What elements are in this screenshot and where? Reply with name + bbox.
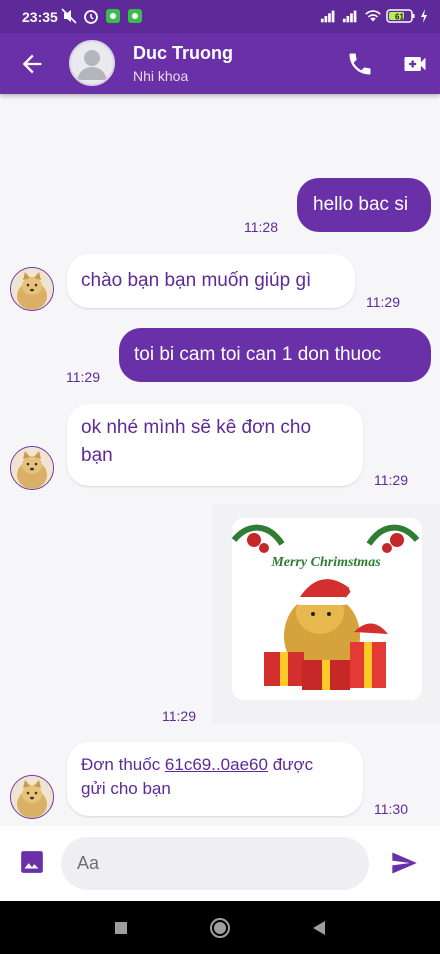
- sender-avatar[interactable]: [10, 267, 54, 311]
- incoming-message[interactable]: ok nhé mình sẽ kê đơn cho bạn: [67, 404, 363, 486]
- prescription-message[interactable]: Đơn thuốc 61c69..0ae60 được gửi cho bạn: [67, 742, 363, 816]
- outgoing-message[interactable]: hello bac si: [297, 178, 431, 232]
- message-text: hello bac si: [313, 194, 409, 215]
- message-text-line: ok nhé mình sẽ kê đơn cho: [81, 417, 312, 438]
- christmas-sticker-image: Merry Chrimstmas: [231, 518, 422, 700]
- message-text-line: bạn: [81, 445, 113, 466]
- mute-icon: [61, 8, 77, 24]
- message-text-line: gửi cho bạn: [81, 779, 171, 798]
- recent-apps-icon[interactable]: [108, 915, 134, 941]
- contact-name[interactable]: Duc Truong: [133, 43, 233, 64]
- contact-specialty: Nhi khoa: [133, 68, 189, 84]
- send-icon[interactable]: [390, 849, 418, 877]
- back-arrow-icon[interactable]: [18, 50, 46, 78]
- signal-icon: [320, 10, 335, 23]
- image-icon[interactable]: [19, 849, 45, 875]
- message-time: 11:29: [66, 369, 100, 385]
- back-nav-icon[interactable]: [306, 915, 332, 941]
- message-text: được: [267, 755, 314, 774]
- status-bar: 23:35 61: [0, 0, 440, 33]
- battery-level: 61: [395, 13, 404, 22]
- prescription-link[interactable]: 61c69..0ae60: [165, 755, 268, 774]
- doge-avatar-icon: [11, 447, 53, 489]
- battery-icon: 61: [386, 9, 415, 23]
- message-input[interactable]: [61, 837, 369, 890]
- message-composer: [0, 826, 440, 901]
- sticker-caption: Merry Chrimstmas: [270, 555, 381, 570]
- signal-icon: [342, 10, 357, 23]
- avatar-placeholder-icon: [77, 50, 107, 80]
- alarm-icon: [84, 10, 98, 24]
- message-text: toi bi cam toi can 1 don thuoc: [134, 344, 382, 365]
- video-call-icon[interactable]: [401, 50, 429, 78]
- message-time: 11:30: [374, 801, 408, 817]
- phone-icon[interactable]: [346, 50, 374, 78]
- message-list[interactable]: hello bac si 11:28 chào bạn bạn muốn giú…: [0, 94, 440, 826]
- doge-avatar-icon: [11, 776, 53, 818]
- message-text: chào bạn bạn muốn giúp gì: [81, 270, 312, 291]
- message-time: 11:29: [374, 472, 408, 488]
- chat-header: Duc Truong Nhi khoa: [0, 33, 440, 94]
- charging-icon: [421, 9, 427, 23]
- sender-avatar[interactable]: [10, 446, 54, 490]
- message-time: 11:29: [162, 708, 196, 724]
- outgoing-message[interactable]: toi bi cam toi can 1 don thuoc: [119, 328, 431, 382]
- message-text: Đơn thuốc: [81, 755, 165, 774]
- home-icon[interactable]: [207, 915, 233, 941]
- wifi-icon: [365, 10, 381, 22]
- sticker-message[interactable]: Merry Chrimstmas: [212, 504, 440, 724]
- app-notification-icon: [128, 9, 142, 23]
- app-notification-icon: [106, 9, 120, 23]
- contact-avatar[interactable]: [69, 40, 115, 86]
- incoming-message[interactable]: chào bạn bạn muốn giúp gì: [67, 254, 355, 308]
- message-time: 11:28: [244, 219, 278, 235]
- message-time: 11:29: [366, 294, 400, 310]
- system-navigation-bar: [0, 901, 440, 954]
- sender-avatar[interactable]: [10, 775, 54, 819]
- doge-avatar-icon: [11, 268, 53, 310]
- status-time: 23:35: [22, 9, 58, 25]
